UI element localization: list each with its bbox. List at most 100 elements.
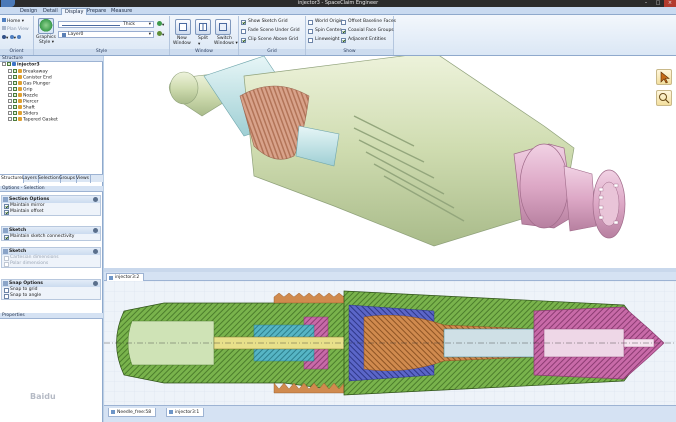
- show-sketch-grid-label: Show Sketch Grid: [248, 19, 288, 24]
- fade-scene-checkbox[interactable]: [241, 29, 246, 34]
- expand-icon[interactable]: [8, 93, 12, 97]
- expand-icon[interactable]: [8, 105, 12, 109]
- tab-detail[interactable]: Detail: [40, 8, 61, 15]
- adjacent-entities-checkbox[interactable]: [341, 38, 346, 43]
- tab-views[interactable]: Views: [75, 175, 92, 183]
- clip-scene-checkbox[interactable]: [241, 38, 246, 43]
- sketch-dimension-panel: Sketch Cartesian dimensions Polar dimens…: [1, 247, 101, 268]
- split-icon: [199, 23, 207, 31]
- document-tab-needle-free[interactable]: Needle_free:58: [108, 408, 157, 417]
- show-sketch-grid-checkbox[interactable]: [241, 20, 246, 25]
- maximize-button[interactable]: □: [652, 0, 664, 7]
- expand-icon[interactable]: [8, 111, 12, 115]
- offset-baseline-label: Offset Baseline Faces: [348, 19, 396, 24]
- visibility-checkbox[interactable]: [13, 75, 17, 79]
- visibility-checkbox[interactable]: [13, 111, 17, 115]
- section-view-tab[interactable]: injector3:2: [106, 273, 145, 281]
- snap-to-angle-row[interactable]: Snap to angle: [2, 293, 100, 299]
- tab-design[interactable]: Design: [17, 8, 40, 15]
- offset-baseline-checkbox[interactable]: [341, 20, 346, 25]
- layer-dropdown[interactable]: Layer0 ▾: [58, 31, 154, 38]
- zoom-tool-button[interactable]: [656, 90, 672, 106]
- document-tab-injector3[interactable]: injector3:1: [166, 408, 205, 417]
- split-button[interactable]: [195, 19, 211, 35]
- visibility-checkbox[interactable]: [13, 105, 17, 109]
- maintain-sketch-connectivity-checkbox[interactable]: [4, 235, 9, 240]
- component-icon: [18, 117, 22, 121]
- orient-tools[interactable]: ▾ ▾: [2, 35, 22, 42]
- home-button[interactable]: Home ▾: [2, 18, 24, 25]
- maintain-offset-checkbox[interactable]: [4, 210, 9, 215]
- snap-options-header[interactable]: Snap Options: [2, 280, 100, 287]
- color-icon: [157, 21, 162, 26]
- adjacent-entities-label: Adjacent Entities: [348, 37, 386, 42]
- component-icon: [18, 69, 22, 73]
- collapse-icon[interactable]: [93, 197, 98, 202]
- graphics-style-button[interactable]: [38, 18, 54, 34]
- zoom-icon: [9, 35, 14, 39]
- select-tool-button[interactable]: [656, 69, 672, 85]
- collapse-icon[interactable]: [93, 281, 98, 286]
- lineweight-label: Lineweight: [315, 37, 340, 42]
- visibility-checkbox[interactable]: [13, 117, 17, 121]
- expand-icon[interactable]: [8, 69, 12, 73]
- visibility-checkbox[interactable]: [13, 99, 17, 103]
- visibility-checkbox[interactable]: [13, 87, 17, 91]
- visibility-checkbox[interactable]: [13, 69, 17, 73]
- section-viewport[interactable]: [104, 281, 676, 405]
- plan-view-button[interactable]: Plan View: [2, 26, 29, 33]
- world-origin-checkbox[interactable]: [308, 20, 313, 25]
- snap-to-angle-checkbox[interactable]: [4, 294, 9, 299]
- lineweight-checkbox[interactable]: [308, 38, 313, 43]
- sketch-dimension-header[interactable]: Sketch: [2, 248, 100, 255]
- expand-icon[interactable]: [8, 87, 12, 91]
- options-header: Options - Selection: [0, 186, 103, 192]
- 3d-viewport[interactable]: [104, 51, 676, 268]
- layer-color-button[interactable]: ▾: [157, 31, 164, 39]
- show-group: World Origin Spin Center Lineweight Offs…: [306, 16, 396, 55]
- collapse-icon[interactable]: [93, 249, 98, 254]
- tab-measure[interactable]: Measure: [108, 8, 135, 15]
- tab-prepare[interactable]: Prepare: [84, 8, 109, 15]
- switch-windows-button[interactable]: [215, 19, 231, 35]
- graphics-style-icon: [39, 19, 53, 33]
- spin-center-label: Spin Center: [315, 28, 342, 33]
- expand-icon[interactable]: [8, 81, 12, 85]
- visibility-checkbox[interactable]: [13, 93, 17, 97]
- tree-item-tapered-gasket[interactable]: Tapered Gasket: [8, 117, 58, 123]
- spin-center-checkbox[interactable]: [308, 29, 313, 34]
- cursor-arrow-icon: [660, 71, 670, 84]
- tree-root[interactable]: injector3: [2, 62, 40, 68]
- properties-header: Properties: [0, 313, 103, 319]
- section-options-header[interactable]: Section Options: [2, 196, 100, 203]
- sketch-options-header[interactable]: Sketch: [2, 227, 100, 234]
- line-weight-dropdown[interactable]: Thick ▾: [58, 21, 154, 28]
- chevron-down-icon: ▾: [148, 22, 151, 27]
- title-bar: injector3 - SpaceClaim Engineer – □ ×: [0, 0, 676, 7]
- style-color-button[interactable]: ▾: [157, 21, 164, 29]
- close-button[interactable]: ×: [664, 0, 676, 7]
- component-icon: [18, 105, 22, 109]
- expand-icon[interactable]: [8, 117, 12, 121]
- expand-icon[interactable]: [8, 99, 12, 103]
- maintain-sketch-connectivity-row[interactable]: Maintain sketch connectivity: [2, 234, 100, 240]
- minimize-button[interactable]: –: [640, 0, 652, 7]
- visibility-checkbox[interactable]: [13, 81, 17, 85]
- grid-group: Show Sketch Grid Fade Scene Under Grid C…: [239, 16, 306, 55]
- section-icon: [3, 197, 8, 202]
- collapse-icon[interactable]: [93, 228, 98, 233]
- maintain-offset-row[interactable]: Maintain offset: [2, 209, 100, 215]
- coaxial-face-groups-checkbox[interactable]: [341, 29, 346, 34]
- document-icon: [111, 410, 115, 414]
- watermark: Baidu: [30, 392, 56, 401]
- layer-color-icon: [157, 31, 162, 36]
- polar-dimensions-checkbox: [4, 262, 9, 267]
- collapse-icon[interactable]: [2, 62, 6, 66]
- split-label: Split ▾: [198, 36, 208, 47]
- component-icon: [18, 81, 22, 85]
- visibility-checkbox[interactable]: [7, 62, 11, 66]
- new-window-button[interactable]: [175, 19, 191, 35]
- section-view-tabbar: injector3:2: [104, 272, 676, 281]
- switch-sublabel: Windows ▾: [214, 41, 238, 46]
- expand-icon[interactable]: [8, 75, 12, 79]
